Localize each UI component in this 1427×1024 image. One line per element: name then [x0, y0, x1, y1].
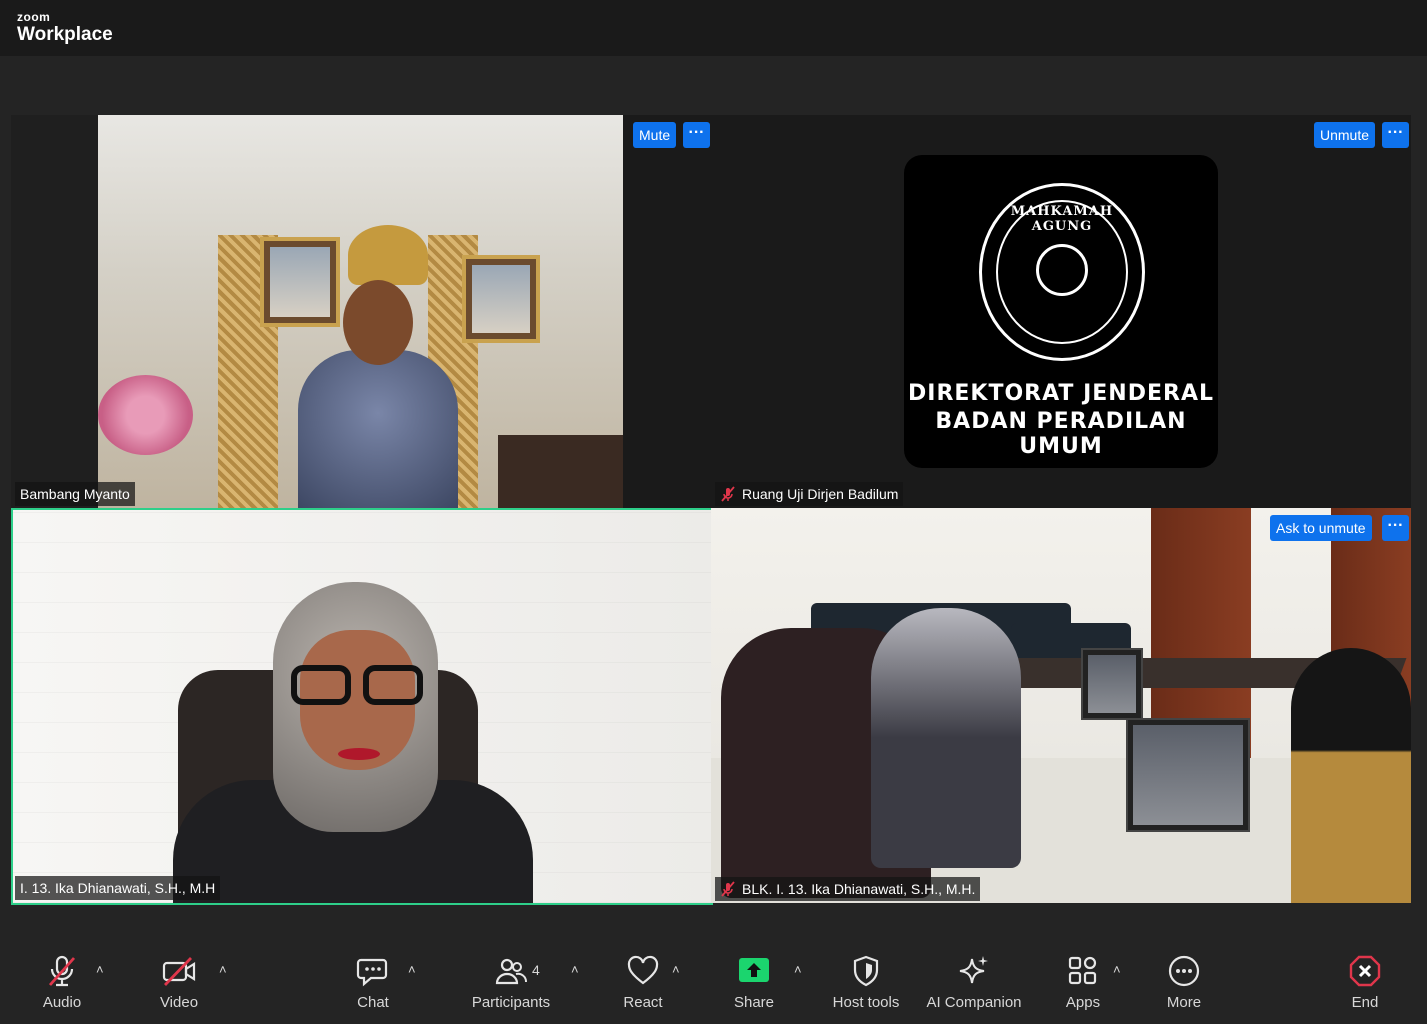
video-button[interactable]: Video [149, 954, 209, 1016]
apps-options-caret[interactable]: ˄ [1113, 962, 1121, 977]
ai-companion-button[interactable]: AI Companion [924, 954, 1024, 1016]
chat-button[interactable]: Chat [343, 954, 403, 1016]
share-button[interactable]: Share [724, 954, 784, 1016]
ask-to-unmute-button[interactable]: Ask to unmute [1270, 515, 1372, 541]
seal-emblem-icon: MAHKAMAH AGUNG [979, 183, 1145, 361]
video-tile-ruang-uji[interactable]: Mute ··· Unmute ··· MAHKAMAH AGUNG DIREK… [623, 115, 1411, 508]
more-options-button[interactable]: ··· [1382, 515, 1409, 541]
mute-button[interactable]: Mute [633, 122, 677, 148]
participant-name-label: BLK. I. 13. Ika Dhianawati, S.H., M.H. [715, 877, 981, 901]
video-feed [98, 115, 623, 508]
zoom-logo: zoom [17, 10, 51, 24]
audio-options-caret[interactable]: ˄ [96, 962, 104, 977]
react-label: React [623, 994, 663, 1011]
video-off-icon [162, 957, 196, 986]
logo-line-1: DIREKTORAT JENDERAL [908, 381, 1214, 406]
participants-count: 4 [532, 962, 540, 978]
end-label: End [1351, 994, 1379, 1011]
muted-mic-icon [721, 486, 735, 502]
share-label: Share [733, 994, 775, 1011]
muted-mic-icon [721, 881, 735, 897]
video-label: Video [159, 994, 199, 1011]
more-options-button[interactable]: ··· [683, 122, 710, 148]
muted-microphone-icon [48, 955, 76, 987]
participant-name: BLK. I. 13. Ika Dhianawati, S.H., M.H. [742, 881, 976, 897]
host-tools-button[interactable]: Host tools [826, 954, 906, 1016]
react-button[interactable]: React [613, 954, 673, 1016]
meeting-toolbar: Audio ˄ Video ˄ Chat ˄ Participants 4 ˄ [0, 940, 1427, 1024]
participant-name: Bambang Myanto [20, 486, 130, 502]
app-title: Workplace [17, 24, 113, 45]
chat-options-caret[interactable]: ˄ [408, 962, 416, 977]
title-bar: zoom Workplace [0, 0, 1427, 56]
participant-name-label: Ruang Uji Dirjen Badilum [715, 482, 904, 506]
video-options-caret[interactable]: ˄ [219, 962, 227, 977]
chat-icon [356, 958, 388, 987]
video-tile-ika-active-speaker[interactable]: I. 13. Ika Dhianawati, S.H., M.H [11, 508, 713, 905]
participants-button[interactable]: Participants [466, 954, 556, 1016]
participant-name-label: Bambang Myanto [15, 482, 135, 506]
host-tools-label: Host tools [832, 994, 900, 1011]
participants-label: Participants [471, 994, 551, 1011]
video-tile-bambang[interactable]: Bambang Myanto [11, 115, 623, 508]
audio-button[interactable]: Audio [32, 954, 92, 1016]
participants-options-caret[interactable]: ˄ [571, 962, 579, 977]
more-label: More [1166, 994, 1202, 1011]
share-screen-icon [739, 958, 769, 982]
heart-icon [627, 955, 659, 985]
apps-icon [1068, 956, 1097, 985]
sparkle-icon [959, 956, 988, 984]
react-options-caret[interactable]: ˄ [672, 962, 680, 977]
more-button[interactable]: More [1154, 954, 1214, 1016]
apps-button[interactable]: Apps [1053, 954, 1113, 1016]
participant-name: Ruang Uji Dirjen Badilum [742, 486, 899, 502]
shield-icon [853, 955, 879, 987]
video-tile-blk[interactable]: Ask to unmute ··· BLK. I. 13. Ika Dhiana… [711, 508, 1411, 903]
participants-icon [495, 958, 527, 985]
logo-line-2: BADAN PERADILAN UMUM [935, 409, 1187, 459]
unmute-button[interactable]: Unmute [1314, 122, 1376, 148]
end-icon [1349, 955, 1381, 987]
chat-label: Chat [357, 994, 389, 1011]
participant-name-label: I. 13. Ika Dhianawati, S.H., M.H [15, 876, 221, 900]
end-meeting-button[interactable]: End [1335, 954, 1395, 1016]
more-icon [1168, 955, 1200, 987]
seal-text: MAHKAMAH AGUNG [1010, 204, 1114, 234]
participant-name: I. 13. Ika Dhianawati, S.H., M.H [20, 880, 216, 896]
more-options-button[interactable]: ··· [1382, 122, 1409, 148]
mahkamah-agung-logo: MAHKAMAH AGUNG DIREKTORAT JENDERAL BADAN… [904, 155, 1218, 468]
ai-companion-label: AI Companion [926, 994, 1022, 1011]
apps-label: Apps [1065, 994, 1101, 1011]
share-options-caret[interactable]: ˄ [794, 962, 802, 977]
audio-label: Audio [42, 994, 82, 1011]
